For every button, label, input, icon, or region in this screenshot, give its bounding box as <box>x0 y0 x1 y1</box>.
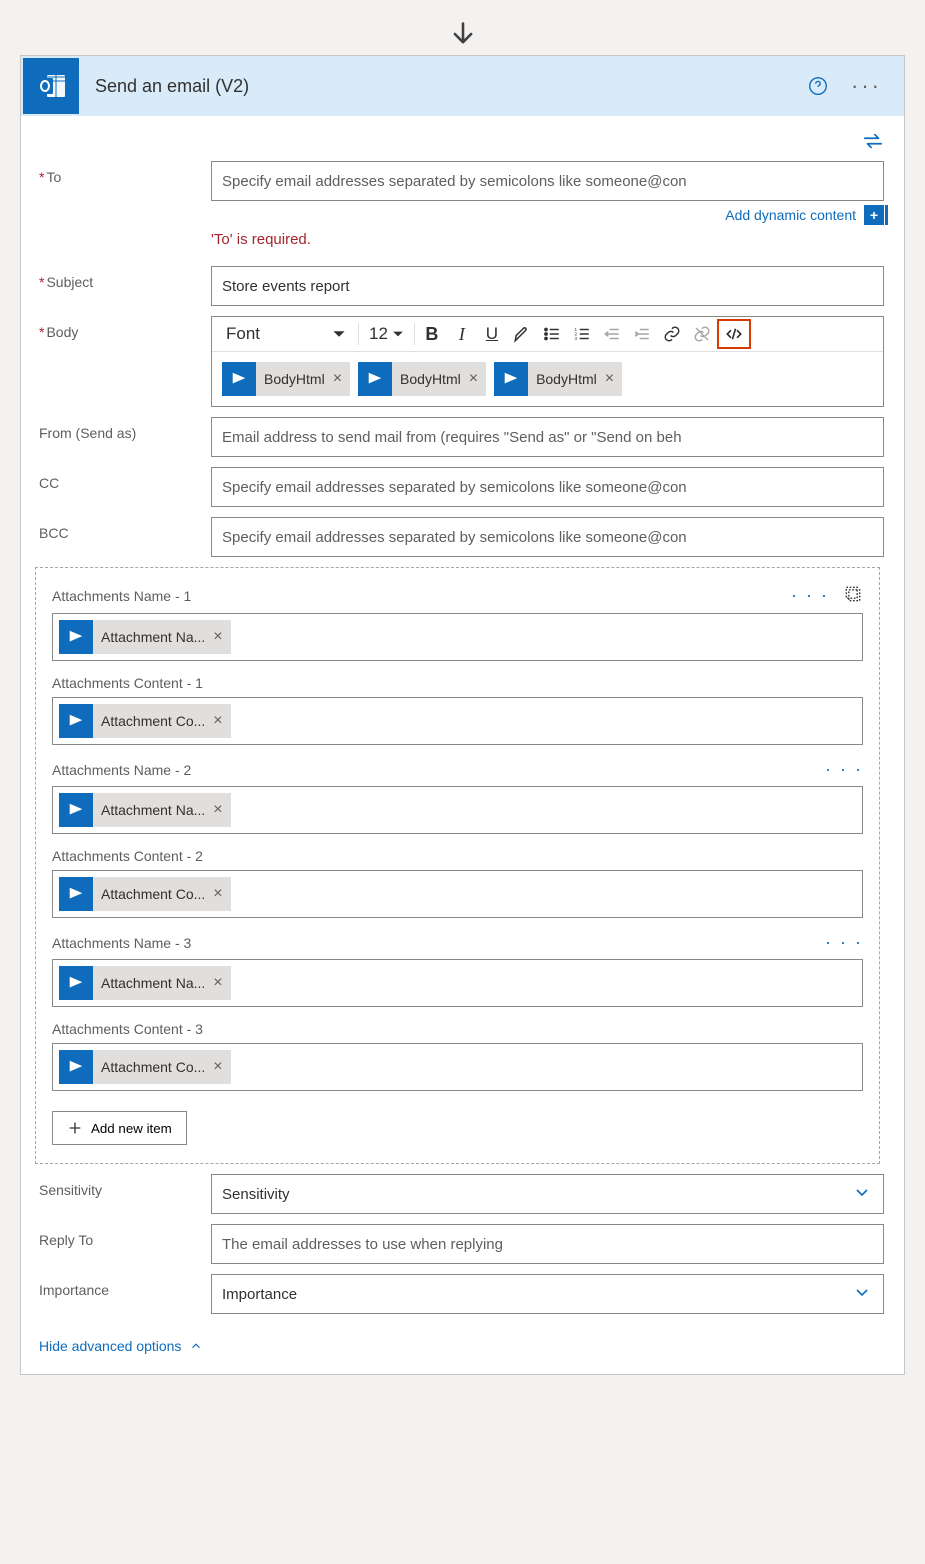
attachment-token: Attachment Na...× <box>59 793 231 827</box>
token-source-icon <box>59 1050 93 1084</box>
body-editor[interactable]: Font 12 B I U <box>211 316 884 407</box>
color-icon[interactable] <box>507 319 537 349</box>
outlook-icon <box>23 58 79 114</box>
attachment-content-label: Attachments Content - 1 <box>52 675 203 691</box>
body-token: BodyHtml × <box>222 362 350 396</box>
remove-token-icon[interactable]: × <box>213 974 222 992</box>
flow-arrow-down-icon <box>20 20 905 51</box>
action-card: Send an email (V2) ··· To Add dynamic co… <box>20 55 905 1375</box>
attachment-content-label: Attachments Content - 3 <box>52 1021 203 1037</box>
attachments-block: Attachments Name - 1 · · · Attachment Na..… <box>35 567 880 1164</box>
remove-token-icon[interactable]: × <box>213 1058 222 1076</box>
remove-token-icon[interactable]: × <box>605 370 614 388</box>
attachment-name-label: Attachments Name - 1 <box>52 588 191 604</box>
attachment-token: Attachment Co...× <box>59 877 231 911</box>
indent-icon[interactable] <box>627 319 657 349</box>
bullet-list-icon[interactable] <box>537 319 567 349</box>
attachment-name-field[interactable]: Attachment Na...× <box>52 959 863 1007</box>
body-token: BodyHtml × <box>358 362 486 396</box>
attachment-name-field[interactable]: Attachment Na...× <box>52 613 863 661</box>
remove-token-icon[interactable]: × <box>213 712 222 730</box>
token-source-icon <box>59 966 93 1000</box>
cc-label: CC <box>31 467 211 491</box>
remove-token-icon[interactable]: × <box>333 370 342 388</box>
to-label: To <box>31 161 211 185</box>
attachment-token: Attachment Co...× <box>59 704 231 738</box>
from-input[interactable] <box>211 417 884 457</box>
attachment-name-field[interactable]: Attachment Na...× <box>52 786 863 834</box>
replyto-label: Reply To <box>31 1224 211 1248</box>
attachment-more-icon[interactable]: · · · <box>825 759 863 780</box>
attachment-more-icon[interactable]: · · · <box>791 585 829 606</box>
attachment-more-icon[interactable]: · · · <box>825 932 863 953</box>
number-list-icon[interactable]: 123 <box>567 319 597 349</box>
attachment-name-label: Attachments Name - 3 <box>52 935 191 951</box>
bold-icon[interactable]: B <box>417 319 447 349</box>
font-size-select[interactable]: 12 <box>361 320 412 348</box>
font-select[interactable]: Font <box>216 320 356 348</box>
attachment-token: Attachment Co...× <box>59 1050 231 1084</box>
body-label: Body <box>31 316 211 340</box>
cc-input[interactable] <box>211 467 884 507</box>
subject-input[interactable] <box>211 266 884 306</box>
add-dynamic-content-link[interactable]: Add dynamic content <box>725 207 856 223</box>
importance-label: Importance <box>31 1274 211 1298</box>
bcc-label: BCC <box>31 517 211 541</box>
swap-connection-icon[interactable] <box>862 130 884 155</box>
svg-text:3: 3 <box>574 336 577 341</box>
to-error: 'To' is required. <box>211 231 884 248</box>
more-menu-icon[interactable]: ··· <box>845 73 888 99</box>
italic-icon[interactable]: I <box>447 319 477 349</box>
attachment-copy-icon[interactable] <box>843 584 863 607</box>
remove-token-icon[interactable]: × <box>469 370 478 388</box>
link-icon[interactable] <box>657 319 687 349</box>
attachment-token: Attachment Na...× <box>59 966 231 1000</box>
code-view-icon[interactable] <box>717 319 751 349</box>
attachment-token: Attachment Na...× <box>59 620 231 654</box>
attachment-name-label: Attachments Name - 2 <box>52 762 191 778</box>
replyto-input[interactable] <box>211 1224 884 1264</box>
token-source-icon <box>494 362 528 396</box>
add-new-item-button[interactable]: Add new item <box>52 1111 187 1145</box>
token-source-icon <box>358 362 392 396</box>
token-source-icon <box>59 620 93 654</box>
token-source-icon <box>222 362 256 396</box>
attachment-content-field[interactable]: Attachment Co...× <box>52 870 863 918</box>
underline-icon[interactable]: U <box>477 319 507 349</box>
outdent-icon[interactable] <box>597 319 627 349</box>
attachment-content-field[interactable]: Attachment Co...× <box>52 697 863 745</box>
sensitivity-label: Sensitivity <box>31 1174 211 1198</box>
sensitivity-select[interactable] <box>211 1174 884 1214</box>
from-label: From (Send as) <box>31 417 211 441</box>
remove-token-icon[interactable]: × <box>213 801 222 819</box>
body-token: BodyHtml × <box>494 362 622 396</box>
card-title: Send an email (V2) <box>95 76 791 97</box>
subject-label: Subject <box>31 266 211 290</box>
hide-advanced-options-link[interactable]: Hide advanced options <box>39 1338 203 1354</box>
importance-select[interactable] <box>211 1274 884 1314</box>
add-dynamic-content-icon[interactable]: + <box>864 205 884 225</box>
help-icon[interactable] <box>807 75 829 97</box>
attachment-content-label: Attachments Content - 2 <box>52 848 203 864</box>
attachment-content-field[interactable]: Attachment Co...× <box>52 1043 863 1091</box>
unlink-icon[interactable] <box>687 319 717 349</box>
token-source-icon <box>59 793 93 827</box>
remove-token-icon[interactable]: × <box>213 885 222 903</box>
token-source-icon <box>59 704 93 738</box>
bcc-input[interactable] <box>211 517 884 557</box>
remove-token-icon[interactable]: × <box>213 628 222 646</box>
token-source-icon <box>59 877 93 911</box>
card-header[interactable]: Send an email (V2) ··· <box>21 56 904 116</box>
to-input[interactable] <box>211 161 884 201</box>
